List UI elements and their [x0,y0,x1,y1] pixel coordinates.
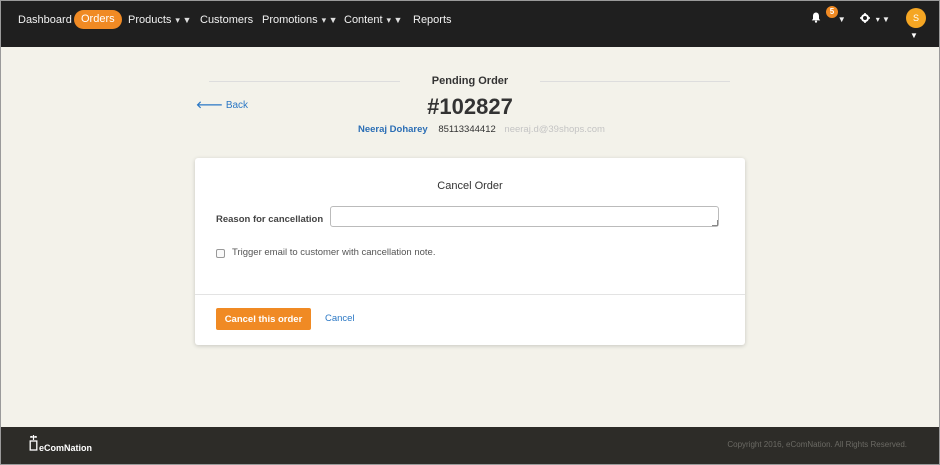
chevron-down-icon: ▾ ▼ [321,15,338,25]
nav-item-promotions[interactable]: Promotions ▾ ▼ [262,11,338,29]
email-customer-checkbox-label[interactable]: Trigger email to customer with cancellat… [232,247,435,258]
nav-item-content[interactable]: Content ▾ ▼ [344,11,402,29]
customer-phone: 85113344412 [438,124,496,135]
resize-handle-icon[interactable] [712,220,718,226]
reason-textarea[interactable] [330,206,719,227]
chevron-down-icon: ▾ ▼ [386,15,403,25]
customer-name-link[interactable]: Neeraj Doharey [358,124,428,135]
user-avatar[interactable]: S [906,8,926,28]
nav-item-reports[interactable]: Reports [413,11,452,29]
chevron-down-icon: ▾ ▼ [175,15,192,25]
card-divider [195,294,745,295]
card-title: Cancel Order [437,180,503,192]
bell-icon [811,12,821,23]
customer-email: neeraj.d@39shops.com [504,124,605,135]
cancel-link[interactable]: Cancel [325,313,355,324]
copyright-text: Copyright 2016, eComNation. All Rights R… [727,440,907,449]
nav-item-dashboard[interactable]: Dashboard [18,11,72,29]
settings-menu[interactable]: ▾ ▼ [860,11,890,29]
top-navbar: Dashboard Orders Products ▾ ▼ Customers P… [1,1,939,47]
notification-count-badge: 5 [826,6,838,18]
logo-icon [29,434,38,453]
back-link[interactable]: 🡐 Back [196,99,248,111]
brand-logo[interactable]: eComNation [29,434,92,453]
chevron-down-icon: ▾ ▼ [875,15,890,24]
cancel-this-order-button[interactable]: Cancel this order [216,308,311,330]
chevron-down-icon[interactable]: ▼ [910,31,918,40]
nav-item-products[interactable]: Products ▾ ▼ [128,11,191,29]
footer: eComNation Copyright 2016, eComNation. A… [1,427,939,464]
page-title: Pending Order [400,75,540,87]
cancel-order-card: Cancel Order Reason for cancellation Tri… [195,158,745,345]
email-customer-checkbox[interactable] [216,249,225,258]
chevron-down-icon: ▼ [837,15,846,24]
customer-info: Neeraj Doharey 85113344412 neeraj.d@39sh… [358,124,605,135]
arrow-left-icon: 🡐 [196,100,223,111]
nav-item-customers[interactable]: Customers [200,11,253,29]
nav-item-orders[interactable]: Orders [74,10,122,29]
reason-label: Reason for cancellation [216,214,324,225]
gear-icon [860,13,873,25]
order-number: #102827 [427,94,513,119]
